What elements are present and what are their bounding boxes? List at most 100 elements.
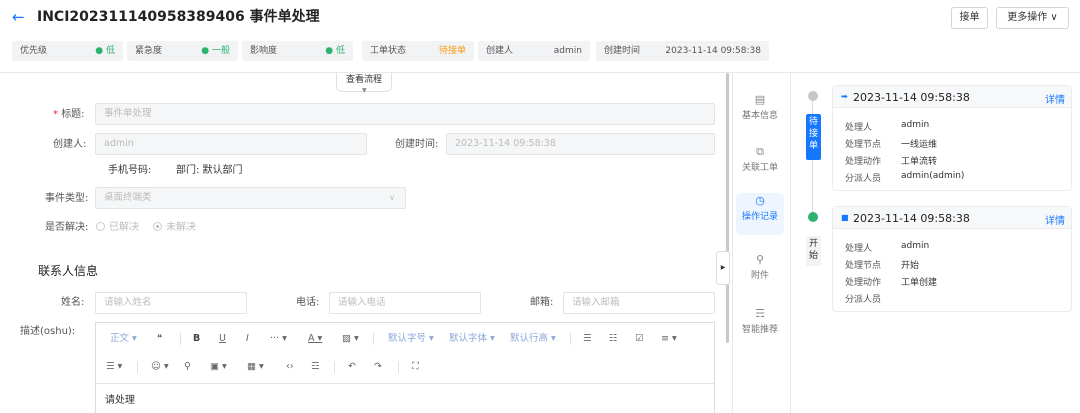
create-time-input[interactable]: 2023-11-14 09:58:38 xyxy=(446,133,715,155)
divider-icon[interactable]: ☲ xyxy=(311,361,320,373)
detail-link[interactable]: 详情 xyxy=(1045,212,1065,227)
toolbar-separator xyxy=(398,361,399,373)
stage-badge: 待接单 xyxy=(806,114,821,160)
line-height-dropdown[interactable]: 默认行高 ▾ xyxy=(510,333,556,345)
more-actions-button[interactable]: 更多操作 ∨ xyxy=(996,7,1069,29)
toolbar-separator xyxy=(334,361,335,373)
editor-divider xyxy=(96,383,714,384)
link-icon[interactable]: ⚲ xyxy=(184,361,191,373)
tab-label: 关联工单 xyxy=(741,163,778,173)
chip-status: 工单状态 待接单 xyxy=(362,41,474,61)
flow-arrow-icon: ➡ xyxy=(841,92,848,101)
image-icon[interactable]: ▣ ▾ xyxy=(210,361,227,373)
toolbar-separator xyxy=(373,333,374,345)
panel-divider xyxy=(790,73,791,413)
indent-dropdown-icon[interactable]: ☰ ▾ xyxy=(106,361,122,373)
bullet-list-icon[interactable]: ☰ xyxy=(583,333,592,345)
bold-icon[interactable]: B xyxy=(193,333,200,345)
align-dropdown-icon[interactable]: ≡ ▾ xyxy=(661,333,677,345)
radio-resolved-label: 已解决 xyxy=(109,222,139,233)
tab-basic-info[interactable]: ▤ 基本信息 xyxy=(736,92,784,134)
timeline-card: ■ 2023-11-14 09:58:38 详情 处理人 admin 处理节点 … xyxy=(832,206,1072,312)
italic-icon[interactable]: I xyxy=(246,333,249,345)
tab-label: 基本信息 xyxy=(741,111,778,121)
email-label: 邮箱: xyxy=(530,297,554,308)
field-key: 处理人 xyxy=(845,244,873,254)
back-arrow-icon[interactable]: ← xyxy=(12,8,25,26)
caret-down-icon: ▼ xyxy=(362,87,367,94)
accept-button[interactable]: 接单 xyxy=(951,7,988,29)
underline-icon[interactable]: U xyxy=(219,333,226,345)
email-input[interactable]: 请输入邮箱 xyxy=(563,292,715,314)
phone-input[interactable]: 请输入电话 xyxy=(329,292,481,314)
table-icon[interactable]: ▦ ▾ xyxy=(247,361,264,373)
field-key: 处理动作 xyxy=(845,157,882,167)
radio-resolved[interactable]: 已解决 xyxy=(96,222,139,234)
tab-smart-recommend[interactable]: ☴ 智能推荐 xyxy=(736,306,784,348)
undo-icon[interactable]: ↶ xyxy=(348,361,356,373)
fullscreen-icon[interactable]: ⛶ xyxy=(412,361,419,373)
creator-input[interactable]: admin xyxy=(95,133,367,155)
chip-key: 优先级 xyxy=(20,46,48,56)
check-dot-icon xyxy=(808,212,818,222)
contact-section-title: 联系人信息 xyxy=(38,264,99,278)
numbered-list-icon[interactable]: ☷ xyxy=(609,333,618,345)
divider xyxy=(0,72,1080,73)
chip-value: ● 低 xyxy=(95,46,115,56)
chip-key: 创建时间 xyxy=(604,46,641,56)
tab-label: 附件 xyxy=(750,271,769,281)
tab-label: 智能推荐 xyxy=(741,325,778,335)
quote-icon[interactable]: ❝ xyxy=(157,333,162,345)
tab-operation-log[interactable]: ◷ 操作记录 xyxy=(736,193,784,235)
chip-key: 创建人 xyxy=(486,46,514,56)
font-family-dropdown[interactable]: 默认字体 ▾ xyxy=(449,333,495,345)
radio-checked-icon xyxy=(153,222,162,231)
chip-value: 待接单 xyxy=(438,46,466,56)
field-value: admin(admin) xyxy=(901,171,965,181)
checklist-icon[interactable]: ☑ xyxy=(635,333,644,345)
field-key: 处理节点 xyxy=(845,261,882,271)
link-copy-icon: ⧉ xyxy=(756,145,764,158)
font-size-dropdown[interactable]: 默认字号 ▾ xyxy=(388,333,434,345)
tab-related-orders[interactable]: ⧉ 关联工单 xyxy=(736,144,784,186)
chip-key: 紧急度 xyxy=(135,46,163,56)
rich-text-editor[interactable]: 正文 ▾ ❝ B U I ··· ▾ A ▾ ▨ ▾ 默认字号 ▾ 默认字体 ▾… xyxy=(95,322,715,413)
required-mark: * xyxy=(53,109,58,120)
emoji-icon[interactable]: ☺ ▾ xyxy=(151,361,169,373)
search-list-icon: ☴ xyxy=(755,307,765,320)
chip-creator: 创建人 admin xyxy=(478,41,590,61)
field-value: admin xyxy=(901,241,930,251)
card-header: ➡ 2023-11-14 09:58:38 详情 xyxy=(833,86,1071,108)
collapse-toggle-icon[interactable]: ▶ xyxy=(716,251,730,285)
description-content[interactable]: 请处理 xyxy=(105,395,135,407)
title-input[interactable]: 事件单处理 xyxy=(95,103,715,125)
toolbar-separator xyxy=(570,333,571,345)
code-icon[interactable]: ‹› xyxy=(286,361,294,373)
view-flow-button[interactable]: 查看流程 ▼ xyxy=(336,73,392,94)
chip-urgency: 紧急度 ● 一般 xyxy=(127,41,238,61)
background-color-icon[interactable]: ▨ ▾ xyxy=(342,333,359,345)
event-type-select[interactable]: 桌面终端类 ∨ xyxy=(95,187,406,209)
resolved-label: 是否解决: xyxy=(45,222,89,233)
page-header: ← INCI20231114095838940​6 事件单处理 接单 更多操作 … xyxy=(0,0,1080,38)
event-type-label: 事件类型: xyxy=(45,193,89,204)
detail-link[interactable]: 详情 xyxy=(1045,91,1065,106)
font-color-icon[interactable]: A ▾ xyxy=(308,333,322,345)
redo-icon[interactable]: ↷ xyxy=(374,361,382,373)
more-format-icon[interactable]: ··· ▾ xyxy=(270,333,287,345)
title-label-text: 标题: xyxy=(61,109,85,120)
chip-value: 2023-11-14 09:58:38 xyxy=(665,46,761,56)
create-time-label: 创建时间: xyxy=(395,139,439,150)
paperclip-icon: ⚲ xyxy=(755,253,765,266)
name-input[interactable]: 请输入姓名 xyxy=(95,292,247,314)
field-key: 处理人 xyxy=(845,123,873,133)
field-value: 工单流转 xyxy=(901,157,938,167)
chip-impact: 影响度 ● 低 xyxy=(242,41,353,61)
field-value: 工单创建 xyxy=(901,278,938,288)
radio-unresolved[interactable]: 未解决 xyxy=(153,222,196,234)
paragraph-style-dropdown[interactable]: 正文 ▾ xyxy=(110,333,137,345)
tab-attachments[interactable]: ⚲ 附件 xyxy=(736,252,784,294)
scrollbar[interactable] xyxy=(726,73,729,343)
description-label: 描述(oshu): xyxy=(20,326,76,337)
clock-icon: ◷ xyxy=(755,194,765,207)
